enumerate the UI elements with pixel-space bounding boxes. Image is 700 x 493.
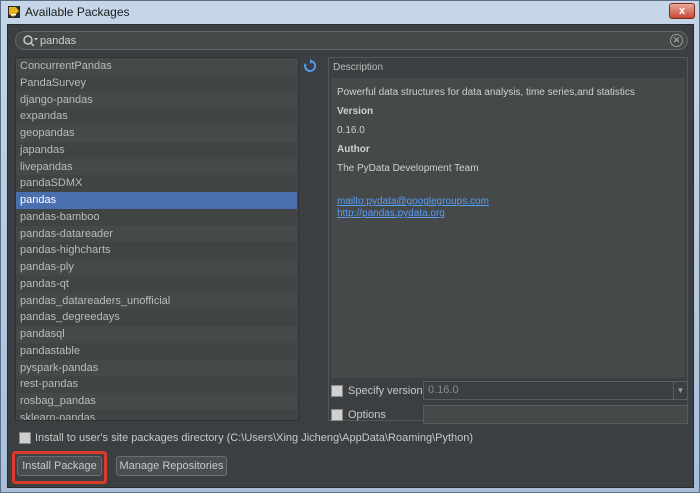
package-list-item[interactable]: pandas-ply — [16, 259, 298, 276]
title-bar: Available Packages x — [1, 1, 699, 23]
dialog-content: ✕ ConcurrentPandasPandaSurveydjango-pand… — [7, 24, 694, 488]
package-list-item[interactable]: livepandas — [16, 159, 298, 176]
package-list-item[interactable]: pandaSDMX — [16, 175, 298, 192]
package-list-item[interactable]: sklearn-pandas — [16, 409, 298, 420]
chevron-down-icon[interactable]: ▼ — [673, 382, 687, 399]
package-summary: Powerful data structures for data analys… — [337, 87, 635, 98]
search-box[interactable]: ✕ — [15, 31, 688, 50]
description-panel: Description Powerful data structures for… — [328, 57, 688, 421]
install-to-user-checkbox[interactable] — [19, 432, 31, 444]
close-button[interactable]: x — [669, 3, 695, 19]
options-checkbox[interactable] — [331, 409, 343, 421]
description-label: Description — [333, 62, 384, 73]
package-list-item[interactable]: rosbag_pandas — [16, 393, 298, 410]
package-list-item[interactable]: pandas-bamboo — [16, 208, 298, 226]
search-icon[interactable] — [22, 34, 38, 48]
package-list-item[interactable]: pandas_degreedays — [16, 309, 298, 326]
install-to-user-label: Install to user's site packages director… — [35, 432, 474, 444]
email-link[interactable]: mailto:pydata@googlegroups.com — [337, 196, 679, 208]
window-title: Available Packages — [25, 5, 130, 19]
package-list-item[interactable]: pandasql — [16, 326, 298, 343]
options-label: Options — [348, 409, 386, 421]
options-input[interactable] — [423, 405, 688, 424]
package-list-item[interactable]: pandas-datareader — [16, 226, 298, 243]
manage-repositories-button[interactable]: Manage Repositories — [116, 456, 227, 476]
search-input[interactable] — [40, 33, 660, 48]
author-value: The PyData Development Team — [337, 163, 479, 174]
version-select-value: 0.16.0 — [428, 384, 459, 396]
homepage-link[interactable]: http://pandas.pydata.org — [337, 208, 679, 220]
package-list-item[interactable]: pyspark-pandas — [16, 360, 298, 377]
package-list-item[interactable]: pandas — [16, 192, 298, 209]
package-list-item[interactable]: geopandas — [16, 125, 298, 142]
package-list-item[interactable]: pandastable — [16, 342, 298, 360]
package-list-item[interactable]: expandas — [16, 108, 298, 125]
specify-version-label: Specify version — [348, 385, 423, 397]
package-list-item[interactable]: japandas — [16, 141, 298, 159]
package-list-item[interactable]: pandas-highcharts — [16, 242, 298, 259]
install-package-button[interactable]: Install Package — [17, 456, 102, 476]
clear-icon[interactable]: ✕ — [670, 34, 683, 47]
package-rows: ConcurrentPandas PandaSurvey django-pandas… — [16, 58, 298, 420]
specify-version-checkbox[interactable] — [331, 385, 343, 397]
list-scrollbar[interactable] — [297, 58, 299, 420]
scroll-thumb[interactable] — [298, 59, 299, 389]
package-list-item[interactable]: rest-pandas — [16, 376, 298, 393]
version-select[interactable]: 0.16.0 ▼ — [423, 381, 688, 400]
package-list-item[interactable]: pandas-qt — [16, 275, 298, 293]
refresh-icon[interactable] — [303, 59, 317, 73]
available-packages-window: Available Packages x ✕ ConcurrentPandasP… — [0, 0, 700, 493]
pycharm-app-icon — [8, 6, 20, 18]
package-list-item[interactable]: PandaSurvey — [16, 74, 298, 92]
package-list-item[interactable]: ConcurrentPandas — [16, 58, 298, 75]
package-list-item[interactable]: django-pandas — [16, 92, 298, 109]
description-body: Powerful data structures for data analys… — [331, 78, 685, 378]
author-heading: Author — [337, 144, 370, 155]
package-list-item[interactable]: pandas_datareaders_unofficial — [16, 293, 298, 310]
version-heading: Version — [337, 106, 374, 117]
package-list[interactable]: ConcurrentPandas PandaSurvey django-pandas… — [15, 57, 299, 421]
version-value: 0.16.0 — [337, 125, 365, 136]
